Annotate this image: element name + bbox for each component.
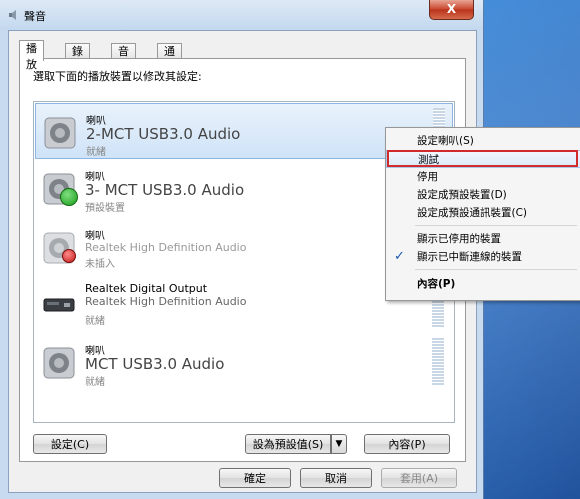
speaker-icon bbox=[9, 10, 16, 20]
properties-button[interactable]: 內容(P) bbox=[364, 434, 450, 454]
menu-separator bbox=[415, 269, 577, 270]
device-name: 2-MCT USB3.0 Audio bbox=[86, 125, 241, 143]
device-name: 3- MCT USB3.0 Audio bbox=[85, 181, 245, 199]
default-check-icon bbox=[60, 188, 78, 206]
unplugged-icon bbox=[62, 249, 76, 263]
device-type: 喇叭 bbox=[85, 231, 105, 242]
menu-item-properties[interactable]: 內容(P) bbox=[386, 275, 580, 293]
checkmark-icon: ✓ bbox=[394, 249, 405, 264]
window-title: 聲音 bbox=[24, 10, 46, 23]
device-type: Realtek Digital Output bbox=[85, 282, 208, 295]
device-name: MCT USB3.0 Audio bbox=[85, 355, 225, 373]
tab-playback[interactable]: 播放 bbox=[19, 40, 44, 71]
apply-button[interactable]: 套用(A) bbox=[381, 468, 457, 488]
speaker-device-icon bbox=[43, 347, 75, 379]
instruction-text: 選取下面的播放裝置以修改其設定: bbox=[33, 70, 202, 83]
device-status: 就緒 bbox=[86, 147, 106, 158]
menu-item-set-default-device[interactable]: 設定成預設裝置(D) bbox=[386, 186, 580, 204]
set-default-button[interactable]: 設為預設值(S) bbox=[245, 434, 331, 454]
title-bar: 聲音 X bbox=[0, 0, 483, 30]
device-status: 就緒 bbox=[85, 316, 105, 327]
device-item[interactable]: 喇叭 MCT USB3.0 Audio 就緒 bbox=[35, 334, 453, 390]
chevron-down-icon: ▼ bbox=[335, 439, 343, 449]
speaker-device-icon bbox=[44, 117, 76, 149]
volume-meter bbox=[432, 338, 444, 386]
set-default-dropdown[interactable]: ▼ bbox=[331, 434, 347, 454]
ok-button[interactable]: 確定 bbox=[219, 468, 291, 488]
device-status: 未插入 bbox=[85, 259, 115, 270]
cancel-button[interactable]: 取消 bbox=[300, 468, 372, 488]
device-name: Realtek High Definition Audio bbox=[85, 241, 247, 254]
close-button[interactable]: X bbox=[429, 0, 474, 20]
menu-item-set-default-comm-device[interactable]: 設定成預設通訊裝置(C) bbox=[386, 204, 580, 222]
menu-item-disable[interactable]: 停用 bbox=[386, 168, 580, 186]
menu-item-show-disconnected[interactable]: ✓ 顯示已中斷連線的裝置 bbox=[386, 248, 580, 266]
highlight-annotation-box bbox=[387, 150, 578, 167]
device-name: Realtek High Definition Audio bbox=[85, 295, 247, 308]
menu-separator bbox=[415, 225, 577, 226]
digital-output-icon bbox=[43, 298, 75, 312]
device-status: 預設裝置 bbox=[85, 203, 125, 214]
menu-item-show-disabled[interactable]: 顯示已停用的裝置 bbox=[386, 230, 580, 248]
menu-item-configure-speakers[interactable]: 設定喇叭(S) bbox=[386, 132, 580, 150]
device-status: 就緒 bbox=[85, 377, 105, 388]
configure-button[interactable]: 設定(C) bbox=[33, 434, 107, 454]
